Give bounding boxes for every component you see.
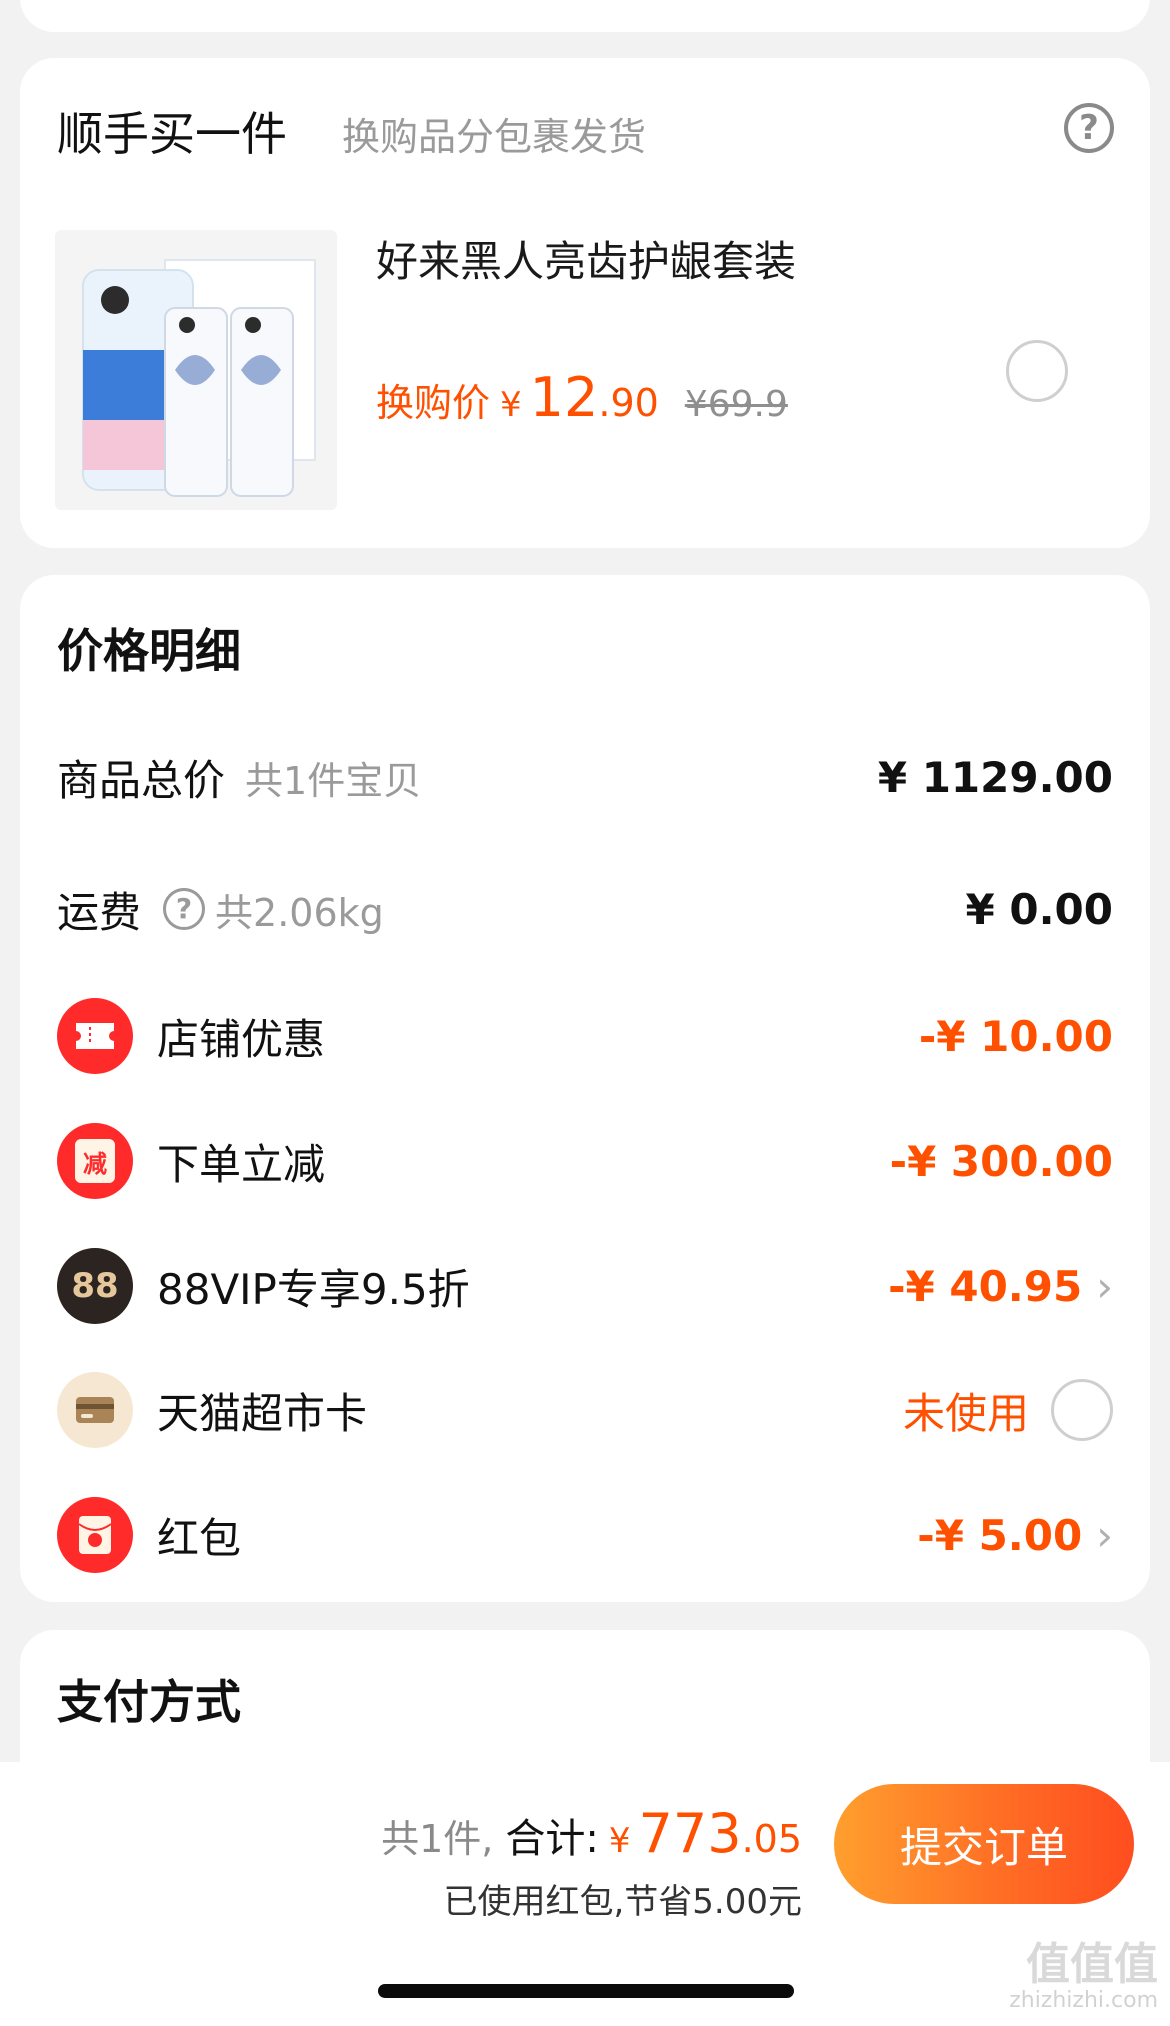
red-packet-value: -¥ 5.00	[917, 1510, 1083, 1560]
original-price: ¥69.9	[684, 384, 788, 425]
vip-discount-value: -¥ 40.95	[888, 1261, 1083, 1311]
currency-symbol: ¥	[500, 385, 522, 425]
instant-discount-row: 减 下单立减 -¥ 300.00	[57, 1119, 1113, 1203]
instant-discount-value: -¥ 300.00	[889, 1136, 1113, 1186]
product-name[interactable]: 好来黑人亮齿护龈套装	[376, 228, 796, 289]
item-count: 共1件,	[381, 1817, 494, 1861]
total-currency: ¥	[608, 1821, 631, 1861]
price-integer: 12	[529, 366, 599, 429]
red-packet-label: 红包	[157, 1513, 242, 1563]
card-icon	[57, 1372, 133, 1448]
vip-discount-row[interactable]: 88 88VIP专享9.5折 -¥ 40.95 ›	[57, 1244, 1113, 1328]
vip-discount-label: 88VIP专享9.5折	[157, 1264, 470, 1314]
submit-order-button[interactable]: 提交订单	[834, 1784, 1134, 1904]
addon-card: 顺手买一件 换购品分包裹发货 ? 好来黑人亮齿护龈套装 换购价 ¥ 12 .90…	[20, 58, 1150, 548]
store-discount-value: -¥ 10.00	[918, 1011, 1113, 1061]
chevron-right-icon[interactable]: ›	[1096, 1262, 1113, 1311]
red-packet-row[interactable]: 红包 -¥ 5.00 ›	[57, 1493, 1113, 1577]
store-discount-label: 店铺优惠	[157, 1014, 326, 1064]
home-indicator[interactable]	[378, 1984, 794, 1998]
instant-discount-label: 下单立减	[157, 1139, 326, 1189]
addon-subtitle: 换购品分包裹发货	[342, 115, 647, 159]
chevron-right-icon[interactable]: ›	[1096, 1511, 1113, 1560]
help-icon[interactable]: ?	[1064, 103, 1114, 153]
supermarket-card-status: 未使用	[902, 1388, 1029, 1438]
order-confirm-page: 顺手买一件 换购品分包裹发货 ? 好来黑人亮齿护龈套装 换购价 ¥ 12 .90…	[0, 0, 1170, 2026]
swap-price: 换购价 ¥ 12 .90 ¥69.9	[376, 366, 788, 429]
total-decimal: .05	[741, 1817, 802, 1861]
product-image[interactable]	[55, 230, 337, 510]
toothpaste-image	[82, 259, 316, 497]
shipping-value: ¥ 0.00	[965, 884, 1113, 934]
red-envelope-icon	[57, 1497, 133, 1573]
total-integer: 773	[638, 1802, 742, 1865]
price-detail-card: 价格明细 商品总价 共1件宝贝 ¥ 1129.00 运费 ? 共2.06kg ¥…	[20, 575, 1150, 1602]
ticket-icon	[57, 998, 133, 1074]
store-discount-row: 店铺优惠 -¥ 10.00	[57, 994, 1113, 1078]
saved-text: 已使用红包,节省5.00元	[443, 1882, 802, 1922]
shipping-row: 运费 ? 共2.06kg ¥ 0.00	[57, 867, 1113, 951]
payment-title: 支付方式	[57, 1675, 241, 1729]
reduce-badge-text: 减	[75, 1139, 115, 1183]
subtotal-value: ¥ 1129.00	[877, 752, 1113, 802]
addon-select-radio[interactable]	[1006, 340, 1068, 402]
total-line: 共1件, 合计: ¥ 773 .05	[381, 1802, 802, 1865]
watermark-logo: 值值值	[1026, 1939, 1158, 1990]
price-detail-title: 价格明细	[57, 624, 241, 678]
price-decimal: .90	[598, 381, 659, 425]
shipping-weight: 共2.06kg	[215, 890, 384, 935]
total-label: 合计:	[505, 1816, 599, 1862]
shipping-help-icon[interactable]: ?	[163, 888, 206, 930]
previous-card	[20, 0, 1150, 32]
subtotal-label: 商品总价	[57, 755, 226, 805]
watermark-url: zhizhizhi.com	[1009, 1988, 1158, 2013]
supermarket-card-row: 天猫超市卡 未使用	[57, 1368, 1113, 1452]
88vip-icon: 88	[57, 1248, 133, 1324]
bottom-bar: 共1件, 合计: ¥ 773 .05 已使用红包,节省5.00元 提交订单 值值…	[0, 1762, 1170, 2026]
subtotal-count: 共1件宝贝	[245, 758, 422, 803]
supermarket-card-radio[interactable]	[1051, 1379, 1113, 1441]
shipping-label: 运费	[57, 887, 142, 937]
reduce-badge-icon: 减	[57, 1123, 133, 1199]
subtotal-row: 商品总价 共1件宝贝 ¥ 1129.00	[57, 735, 1113, 819]
addon-title: 顺手买一件	[57, 107, 287, 161]
swap-price-label: 换购价	[376, 381, 491, 425]
supermarket-card-label: 天猫超市卡	[157, 1388, 368, 1438]
